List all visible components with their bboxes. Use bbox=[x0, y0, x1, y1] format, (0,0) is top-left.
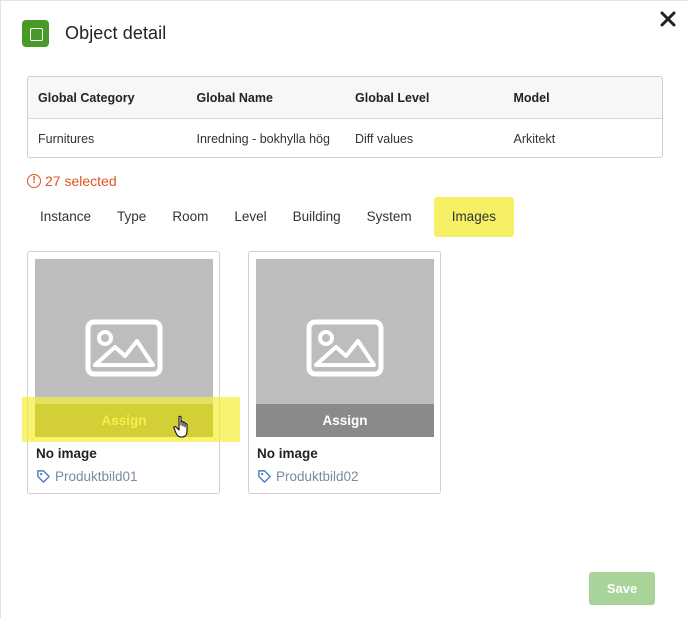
image-card: Assign No image Produktbild01 bbox=[27, 251, 220, 494]
object-square-icon bbox=[22, 19, 49, 47]
tab-bar: Instance Type Room Level Building System… bbox=[27, 195, 518, 239]
dialog-header: Object detail bbox=[22, 19, 166, 47]
tab-room[interactable]: Room bbox=[159, 197, 221, 237]
info-table-header: Global Category Global Name Global Level… bbox=[28, 77, 662, 119]
image-tag: Produktbild01 bbox=[36, 469, 138, 484]
image-placeholder: Assign bbox=[35, 259, 213, 437]
close-icon[interactable] bbox=[658, 9, 678, 29]
tag-icon bbox=[258, 470, 271, 483]
image-tag: Produktbild02 bbox=[257, 469, 359, 484]
tab-type[interactable]: Type bbox=[104, 197, 159, 237]
selection-count-text: 27 selected bbox=[45, 173, 117, 189]
value-model: Arkitekt bbox=[513, 131, 556, 146]
tab-level[interactable]: Level bbox=[221, 197, 279, 237]
image-placeholder-icon bbox=[85, 319, 163, 377]
info-table: Global Category Global Name Global Level… bbox=[27, 76, 663, 158]
tag-icon bbox=[37, 470, 50, 483]
tab-images[interactable]: Images bbox=[430, 195, 518, 239]
header-global-name: Global Name bbox=[196, 90, 273, 105]
warning-circle-icon: ! bbox=[27, 174, 41, 188]
object-detail-dialog: Object detail Global Category Global Nam… bbox=[0, 0, 688, 618]
header-global-category: Global Category bbox=[38, 90, 135, 105]
image-status: No image bbox=[36, 446, 97, 461]
tab-system[interactable]: System bbox=[354, 197, 425, 237]
tab-instance[interactable]: Instance bbox=[27, 197, 104, 237]
image-tag-label: Produktbild01 bbox=[55, 469, 138, 484]
image-card: Assign No image Produktbild02 bbox=[248, 251, 441, 494]
value-global-name: Inredning - bokhylla hög bbox=[196, 131, 330, 146]
assign-button[interactable]: Assign bbox=[256, 404, 434, 437]
info-table-row: Furnitures Inredning - bokhylla hög Diff… bbox=[28, 119, 662, 157]
selection-count: ! 27 selected bbox=[27, 173, 117, 189]
dialog-title: Object detail bbox=[65, 22, 167, 43]
image-placeholder-icon bbox=[306, 319, 384, 377]
header-model: Model bbox=[513, 90, 550, 105]
value-global-level: Diff values bbox=[355, 131, 414, 146]
hand-cursor-icon bbox=[173, 415, 188, 438]
save-button[interactable]: Save bbox=[589, 572, 655, 605]
image-status: No image bbox=[257, 446, 318, 461]
header-global-level: Global Level bbox=[355, 90, 430, 105]
image-placeholder: Assign bbox=[256, 259, 434, 437]
value-global-category: Furnitures bbox=[38, 131, 95, 146]
tab-building[interactable]: Building bbox=[280, 197, 354, 237]
image-tag-label: Produktbild02 bbox=[276, 469, 359, 484]
